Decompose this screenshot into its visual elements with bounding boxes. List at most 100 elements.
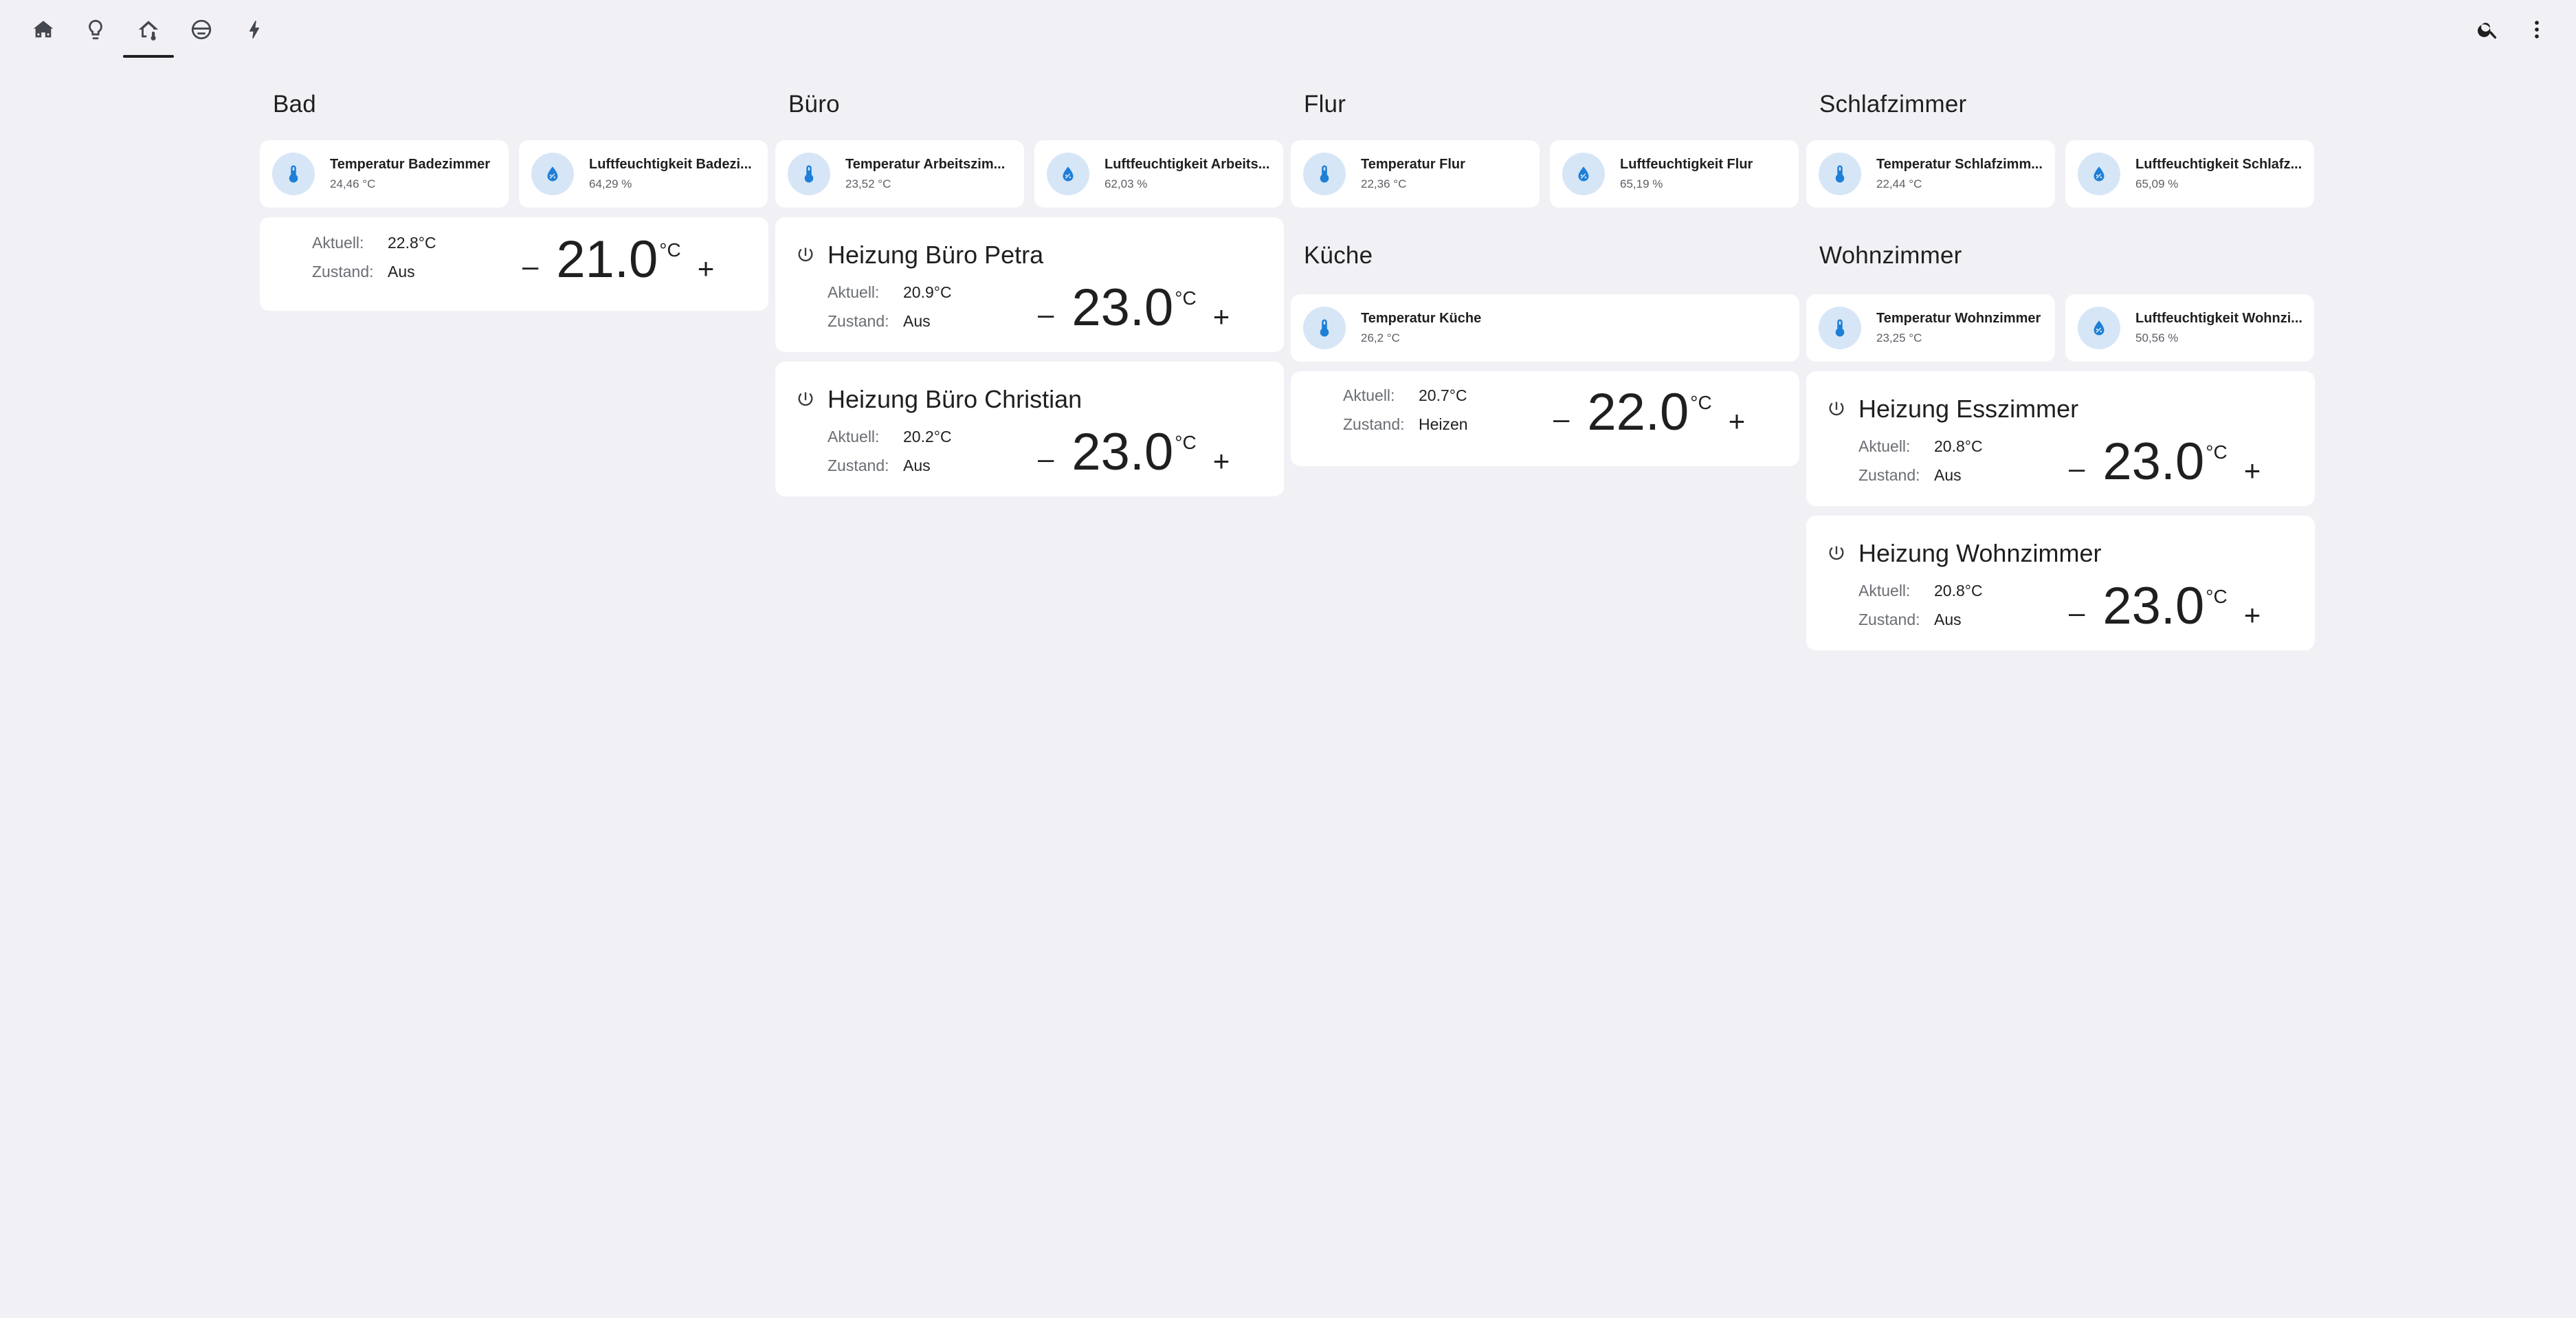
- lightning-bolt-icon[interactable]: [238, 14, 270, 45]
- power-icon[interactable]: [1827, 544, 1846, 563]
- thermostat-card-esszimmer: Heizung Esszimmer Aktuell: 20.8°C Zustand…: [1806, 371, 2315, 506]
- target-temperature: 23.0: [1072, 278, 1174, 337]
- temperature-unit: °C: [659, 239, 681, 261]
- setpoint-control: – 22.0 °C +: [1553, 384, 1745, 441]
- tile-name: Temperatur Flur: [1361, 157, 1465, 172]
- more-vertical-icon[interactable]: [2521, 14, 2553, 45]
- thermometer-icon: [272, 153, 315, 195]
- search-icon[interactable]: [2472, 14, 2504, 45]
- state-label: Zustand:: [312, 263, 374, 281]
- thermostat-title: Heizung Esszimmer: [1858, 395, 2079, 423]
- decrease-button[interactable]: –: [1553, 404, 1569, 433]
- tile-state: 24,46 °C: [330, 177, 376, 190]
- decrease-button[interactable]: –: [1038, 444, 1054, 473]
- temperature-unit: °C: [1175, 287, 1197, 309]
- thermometer-icon: [1819, 307, 1861, 349]
- power-icon[interactable]: [796, 245, 815, 265]
- increase-button[interactable]: +: [1213, 303, 1230, 331]
- column-buero: Büro Temperatur Arbeitszim... 23,52 °C L…: [775, 69, 1284, 506]
- thermostat-header: Heizung Büro Christian: [796, 385, 1082, 414]
- section-title-kueche: Küche: [1304, 242, 1373, 269]
- tile-temperatur-wohnzimmer[interactable]: Temperatur Wohnzimmer 23,25 °C: [1806, 294, 2055, 362]
- column-flur-kueche: Flur Temperatur Flur 22,36 °C Luftfeucht…: [1291, 69, 1799, 476]
- state-label: Zustand:: [828, 457, 889, 474]
- tile-name: Temperatur Badezimmer: [330, 157, 491, 172]
- tile-temperatur-flur[interactable]: Temperatur Flur 22,36 °C: [1291, 140, 1540, 208]
- tile-state: 23,25 °C: [1876, 331, 1922, 344]
- target-temperature: 23.0: [2102, 432, 2205, 491]
- increase-button[interactable]: +: [1213, 447, 1230, 476]
- tile-luftfeuchtigkeit-badezimmer[interactable]: Luftfeuchtigkeit Badezi... 64,29 %: [519, 140, 768, 208]
- tile-luftfeuchtigkeit-schlafzimmer[interactable]: Luftfeuchtigkeit Schlafz... 65,09 %: [2065, 140, 2314, 208]
- tile-name: Temperatur Arbeitszim...: [845, 157, 1006, 172]
- current-temperature: 20.8°C: [1934, 582, 1983, 600]
- power-icon[interactable]: [796, 390, 815, 409]
- tile-state: 62,03 %: [1104, 177, 1148, 190]
- lightbulb-icon[interactable]: [80, 14, 111, 45]
- current-temperature: 20.2°C: [903, 428, 952, 446]
- power-icon[interactable]: [1827, 399, 1846, 419]
- tile-state: 64,29 %: [589, 177, 632, 190]
- section-title-buero: Büro: [788, 91, 840, 118]
- tile-temperatur-badezimmer[interactable]: Temperatur Badezimmer 24,46 °C: [260, 140, 509, 208]
- current-label: Aktuell:: [1858, 437, 1911, 455]
- active-tab-indicator: [123, 55, 174, 58]
- thermostat-card-wohnzimmer: Heizung Wohnzimmer Aktuell: 20.8°C Zustan…: [1806, 516, 2315, 650]
- section-title-wohnzimmer: Wohnzimmer: [1819, 242, 1962, 269]
- thermostat-info: Aktuell: 20.2°C Zustand: Aus: [828, 422, 952, 480]
- tile-temperatur-schlafzimmer[interactable]: Temperatur Schlafzimm... 22,44 °C: [1806, 140, 2055, 208]
- water-percent-icon: [1047, 153, 1089, 195]
- decrease-button[interactable]: –: [1038, 300, 1054, 329]
- state-label: Zustand:: [1343, 415, 1405, 433]
- setpoint-control: – 23.0 °C +: [2069, 578, 2261, 635]
- column-bad: Bad Temperatur Badezimmer 24,46 °C Luftf…: [260, 69, 768, 320]
- tile-luftfeuchtigkeit-arbeitszimmer[interactable]: Luftfeuchtigkeit Arbeits... 62,03 %: [1034, 140, 1283, 208]
- target-temperature: 22.0: [1587, 383, 1689, 441]
- hvac-state: Aus: [1934, 611, 1962, 628]
- section-title-bad: Bad: [273, 91, 316, 118]
- decrease-button[interactable]: –: [2069, 454, 2085, 483]
- current-temperature: 20.8°C: [1934, 437, 1983, 455]
- state-label: Zustand:: [1858, 466, 1920, 484]
- hvac-state: Aus: [388, 263, 415, 281]
- state-label: Zustand:: [1858, 611, 1920, 628]
- water-percent-icon: [531, 153, 574, 195]
- tile-state: 65,19 %: [1620, 177, 1663, 190]
- thermostat-header: Heizung Wohnzimmer: [1827, 539, 2101, 568]
- home-thermometer-icon[interactable]: [133, 14, 164, 45]
- temperature-unit: °C: [2206, 586, 2228, 607]
- thermostat-title: Heizung Wohnzimmer: [1858, 539, 2102, 567]
- tile-temperatur-arbeitszimmer[interactable]: Temperatur Arbeitszim... 23,52 °C: [775, 140, 1024, 208]
- tile-name: Luftfeuchtigkeit Wohnzi...: [2135, 311, 2302, 326]
- thermostat-info: Aktuell: 20.7°C Zustand: Heizen: [1343, 381, 1468, 439]
- tile-luftfeuchtigkeit-wohnzimmer[interactable]: Luftfeuchtigkeit Wohnzi... 50,56 %: [2065, 294, 2314, 362]
- current-temperature: 22.8°C: [388, 234, 436, 252]
- increase-button[interactable]: +: [2244, 457, 2261, 485]
- section-title-flur: Flur: [1304, 91, 1346, 118]
- decrease-button[interactable]: –: [2069, 598, 2085, 627]
- decrease-button[interactable]: –: [522, 252, 538, 281]
- tile-name: Temperatur Schlafzimm...: [1876, 157, 2043, 172]
- tile-name: Temperatur Wohnzimmer: [1876, 311, 2041, 326]
- tile-luftfeuchtigkeit-flur[interactable]: Luftfeuchtigkeit Flur 65,19 %: [1550, 140, 1799, 208]
- current-label: Aktuell:: [828, 283, 880, 301]
- robot-vacuum-icon[interactable]: [186, 14, 217, 45]
- current-label: Aktuell:: [1858, 582, 1911, 600]
- home-group-icon[interactable]: [27, 14, 59, 45]
- hvac-state: Aus: [1934, 466, 1962, 484]
- tile-state: 26,2 °C: [1361, 331, 1400, 344]
- increase-button[interactable]: +: [698, 254, 715, 283]
- increase-button[interactable]: +: [1729, 407, 1746, 436]
- increase-button[interactable]: +: [2244, 601, 2261, 630]
- section-title-schlafzimmer: Schlafzimmer: [1819, 91, 1967, 118]
- current-temperature: 20.9°C: [903, 283, 952, 301]
- tile-temperatur-kueche[interactable]: Temperatur Küche 26,2 °C: [1291, 294, 1799, 362]
- thermostat-card-buero-petra: Heizung Büro Petra Aktuell: 20.9°C Zustan…: [775, 217, 1284, 352]
- tile-name: Luftfeuchtigkeit Badezi...: [589, 157, 752, 172]
- thermostat-info: Aktuell: 20.9°C Zustand: Aus: [828, 278, 952, 336]
- thermostat-card-bad: Aktuell: 22.8°C Zustand: Aus – 21.0 °C +: [260, 217, 768, 311]
- tile-state: 65,09 %: [2135, 177, 2179, 190]
- thermostat-info: Aktuell: 20.8°C Zustand: Aus: [1858, 576, 1983, 634]
- thermostat-title: Heizung Büro Petra: [828, 241, 1044, 269]
- thermometer-icon: [1819, 153, 1861, 195]
